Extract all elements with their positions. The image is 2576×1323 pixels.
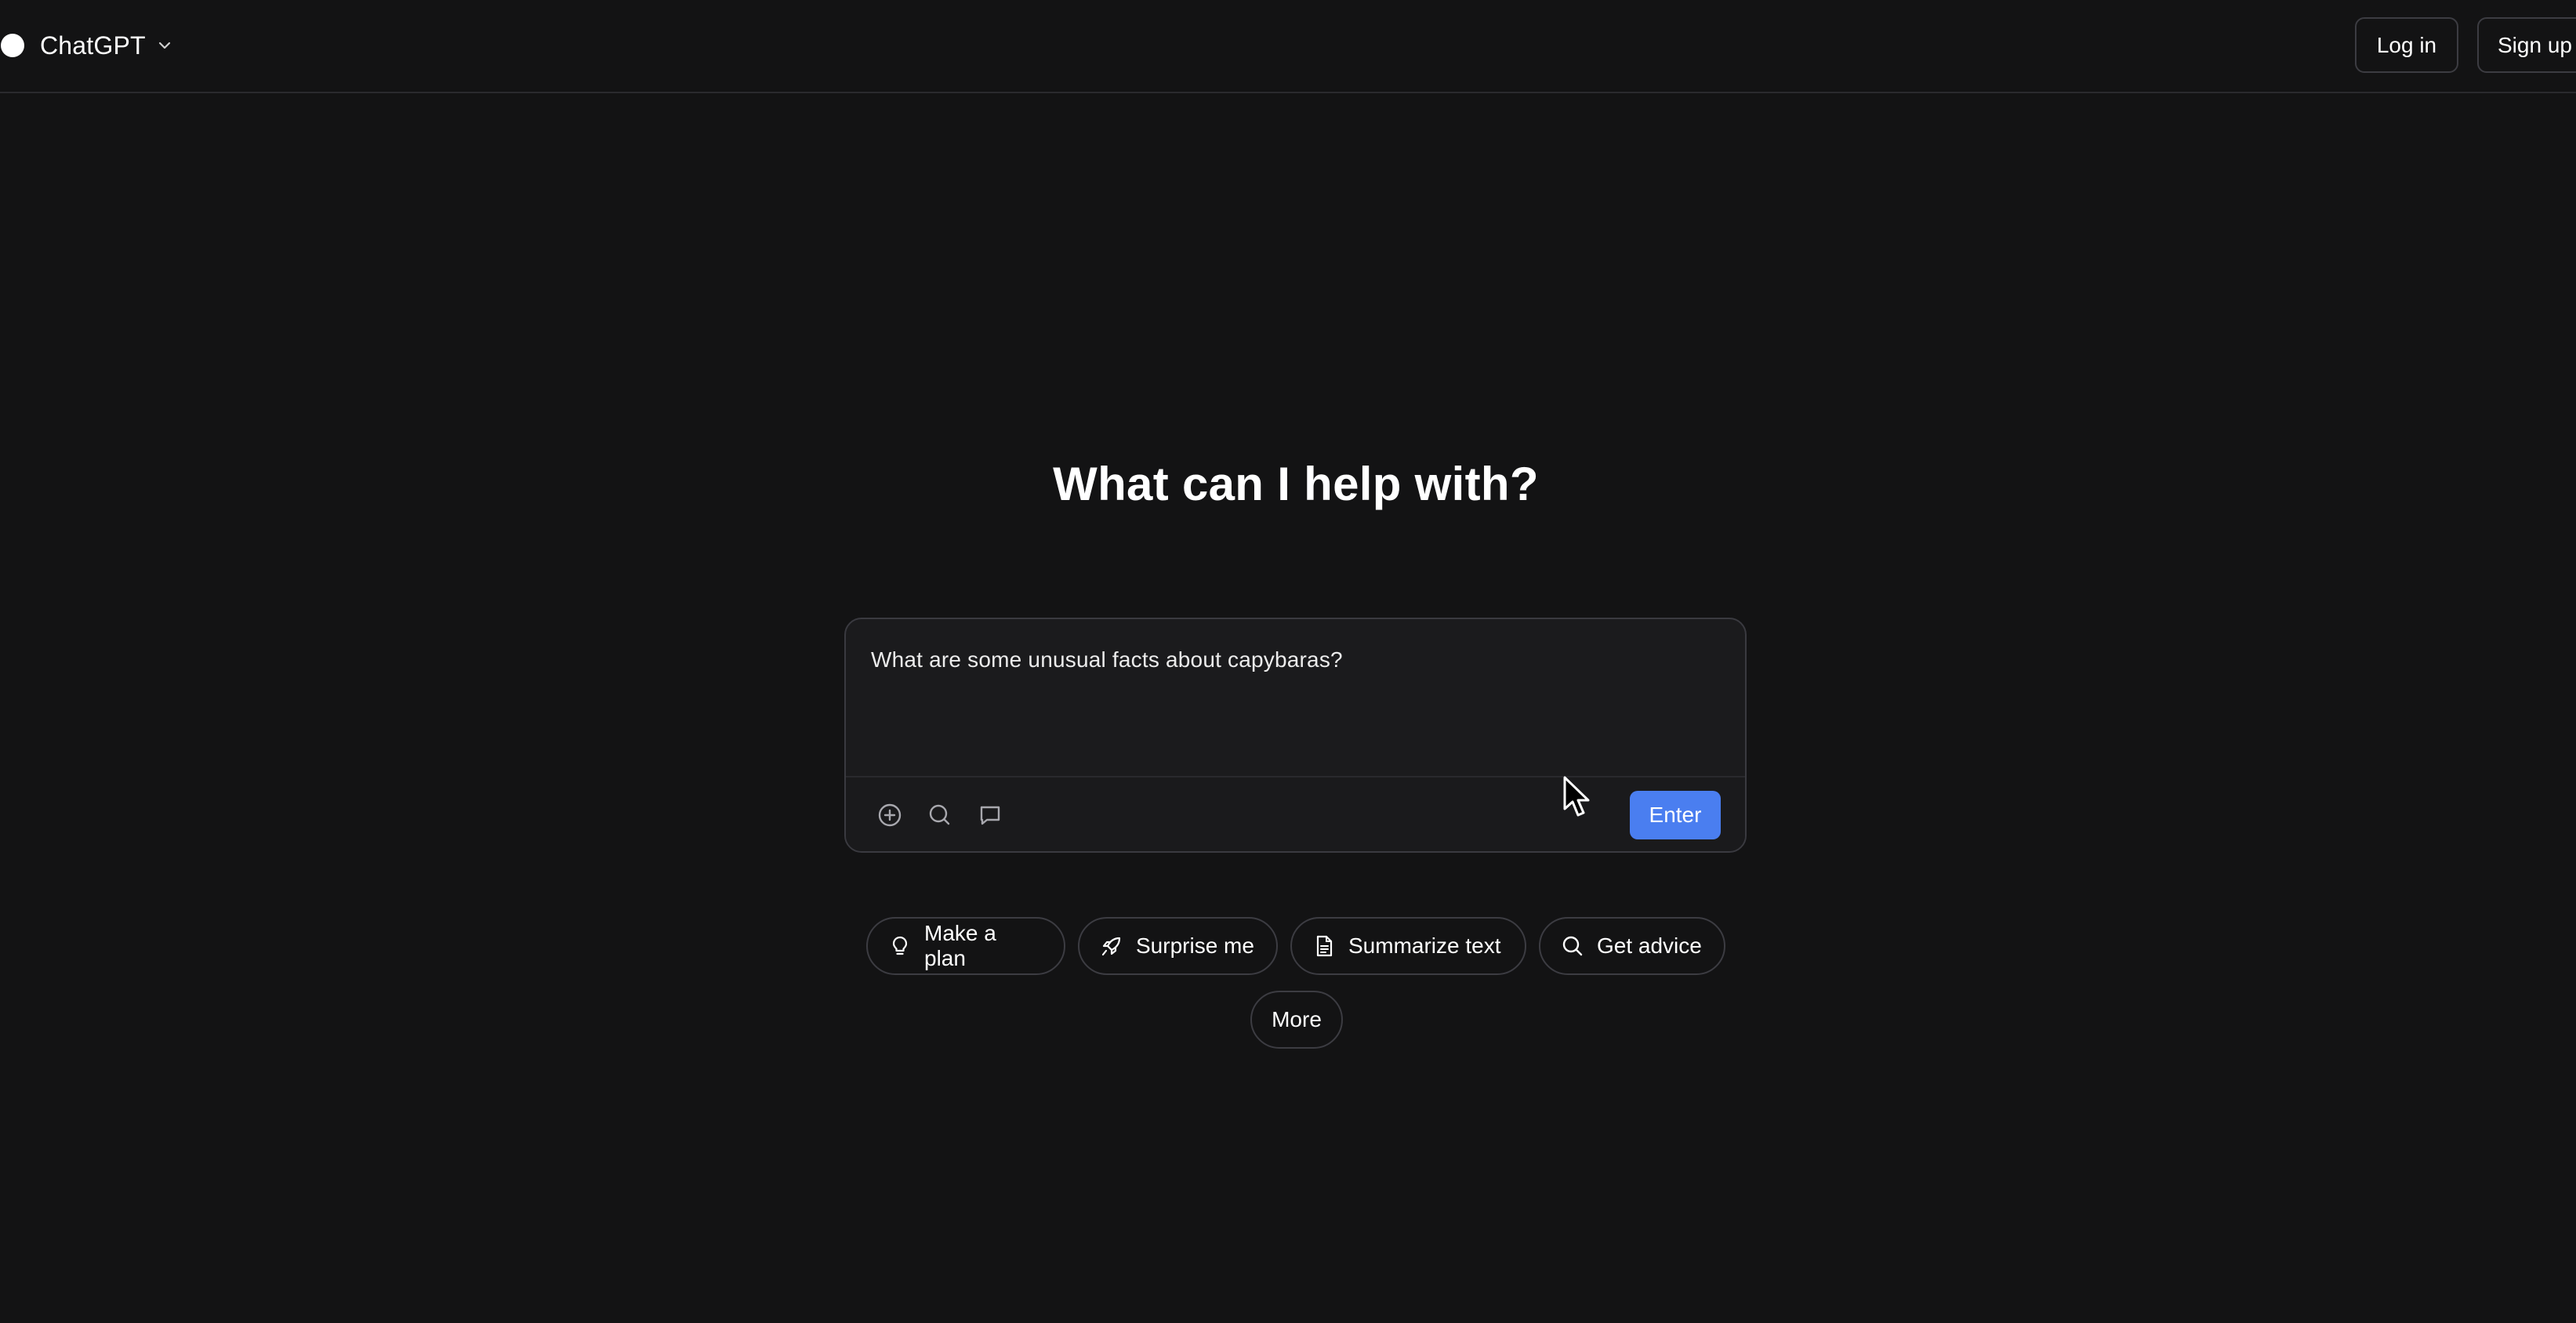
- suggestion-make-a-plan[interactable]: Make a plan: [866, 917, 1065, 975]
- login-button[interactable]: Log in: [2355, 17, 2458, 73]
- suggestion-get-advice[interactable]: Get advice: [1539, 917, 1725, 975]
- add-circle-icon[interactable]: [874, 799, 905, 831]
- mouse-cursor-icon: [1562, 776, 1594, 820]
- suggestion-more[interactable]: More: [1250, 991, 1343, 1049]
- top-header: ChatGPT Log in Sign up: [0, 0, 2576, 93]
- suggestion-summarize-text[interactable]: Summarize text: [1290, 917, 1526, 975]
- rocket-icon: [1100, 934, 1123, 958]
- chip-label: Surprise me: [1136, 933, 1254, 958]
- chat-bubble-icon[interactable]: [974, 799, 1006, 831]
- prompt-input[interactable]: What are some unusual facts about capyba…: [871, 647, 1343, 672]
- chip-label: More: [1272, 1007, 1322, 1031]
- prompt-composer[interactable]: What are some unusual facts about capyba…: [844, 618, 1747, 853]
- model-selector[interactable]: ChatGPT: [0, 24, 172, 67]
- search-icon[interactable]: [924, 799, 956, 831]
- chip-label: Summarize text: [1348, 933, 1501, 958]
- document-icon: [1312, 934, 1336, 958]
- search-icon: [1561, 934, 1584, 958]
- chevron-down-icon[interactable]: [157, 38, 172, 53]
- enter-button[interactable]: Enter: [1630, 791, 1721, 839]
- brand-name[interactable]: ChatGPT: [40, 31, 146, 60]
- brand-logo-icon: [1, 34, 24, 57]
- page-title: What can I help with?: [1053, 458, 1539, 510]
- suggestion-surprise-me[interactable]: Surprise me: [1078, 917, 1278, 975]
- composer-toolbar: Enter: [846, 777, 1745, 851]
- lightbulb-icon: [888, 934, 912, 958]
- chip-label: Make a plan: [924, 921, 996, 970]
- signup-button[interactable]: Sign up: [2477, 17, 2576, 73]
- chip-label: Get advice: [1597, 933, 1702, 958]
